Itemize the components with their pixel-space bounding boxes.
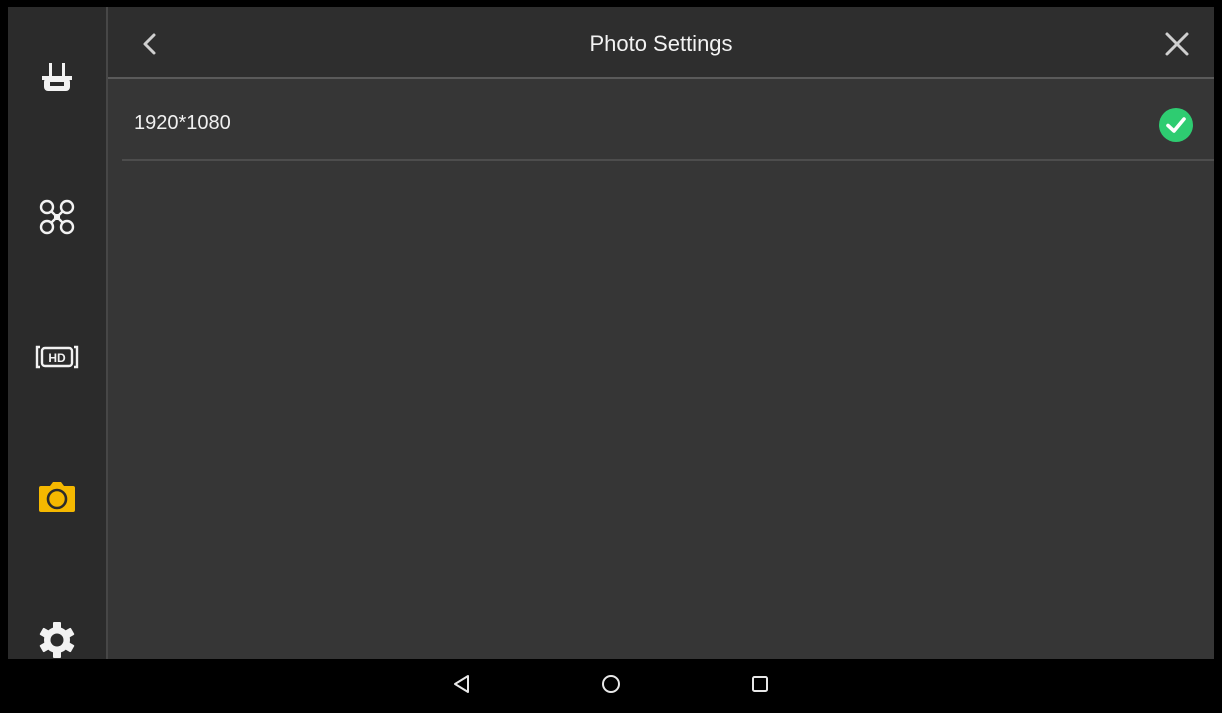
svg-text:HD: HD <box>48 351 66 365</box>
sidebar: HD <box>8 7 108 659</box>
device-screen: HD Photo Settings 1920*1080 <box>0 0 1222 713</box>
home-icon <box>600 673 622 700</box>
camera-icon <box>37 480 77 514</box>
resolution-option-row[interactable]: 1920*1080 <box>122 79 1214 161</box>
sidebar-item-hd-transmission[interactable]: HD <box>8 322 106 392</box>
main-panel: Photo Settings 1920*1080 <box>108 7 1214 659</box>
system-recents-button[interactable] <box>740 669 780 703</box>
system-navigation-bar <box>0 659 1222 713</box>
header-bar: Photo Settings <box>108 7 1214 79</box>
drone-icon <box>37 197 77 237</box>
sidebar-item-remote-controller[interactable] <box>8 43 106 113</box>
hd-icon: HD <box>35 343 79 371</box>
resolution-option-label: 1920*1080 <box>134 112 231 134</box>
app-window: HD Photo Settings 1920*1080 <box>8 7 1214 659</box>
close-button[interactable] <box>1160 27 1194 61</box>
back-icon <box>451 673 473 700</box>
remote-controller-icon <box>40 61 74 95</box>
gear-icon <box>37 620 77 660</box>
recents-icon <box>749 673 771 700</box>
sidebar-item-aircraft[interactable] <box>8 182 106 252</box>
system-home-button[interactable] <box>591 669 631 703</box>
system-back-button[interactable] <box>442 669 482 703</box>
sidebar-item-camera[interactable] <box>8 462 106 532</box>
page-title: Photo Settings <box>589 31 733 56</box>
check-circle-icon <box>1158 107 1194 143</box>
close-icon <box>1160 32 1194 65</box>
